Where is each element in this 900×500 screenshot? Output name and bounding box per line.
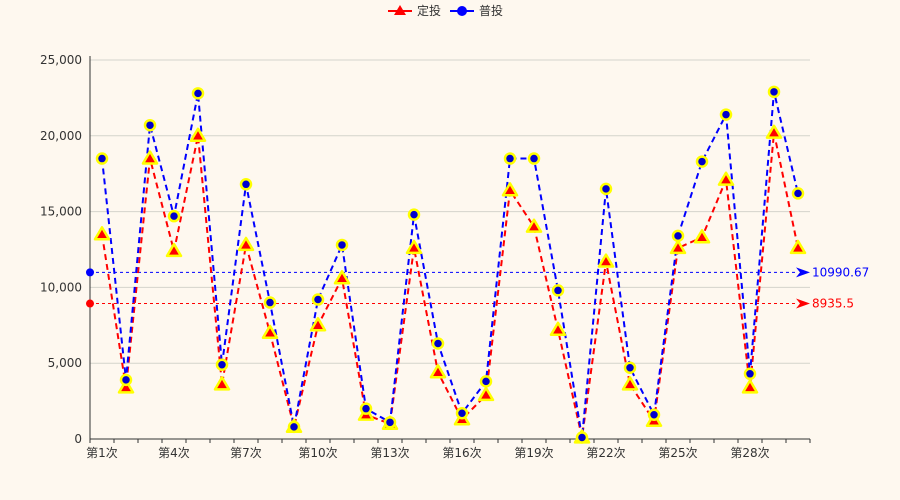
data-point-triangle[interactable] xyxy=(189,127,207,142)
data-point-circle[interactable] xyxy=(575,431,589,444)
data-point-circle[interactable] xyxy=(167,209,181,223)
data-point-circle[interactable] xyxy=(767,85,781,99)
data-point-circle[interactable] xyxy=(407,208,421,221)
data-point-triangle[interactable] xyxy=(333,270,351,285)
data-point-circle[interactable] xyxy=(455,406,469,420)
y-tick-label: 20,000 xyxy=(40,129,82,143)
data-point-triangle[interactable] xyxy=(237,236,255,252)
data-point-circle[interactable] xyxy=(719,108,733,121)
legend: 定投 普投 xyxy=(388,3,503,18)
data-point-circle[interactable] xyxy=(479,375,493,388)
x-tick-label: 第10次 xyxy=(298,446,337,460)
average-lines: 8935.5 10990.67 xyxy=(86,265,869,311)
data-point-circle[interactable] xyxy=(287,420,301,434)
legend-item[interactable]: 定投 xyxy=(388,3,441,18)
chart-container: 定投 普投 0 5,000 10,000 15,000 20,000 25,000 第1次 第4… xyxy=(0,0,900,500)
data-point-circle[interactable] xyxy=(527,152,541,165)
data-point-circle[interactable] xyxy=(503,152,517,165)
legend-marker-circle xyxy=(457,6,467,16)
line-chart: 定投 普投 0 5,000 10,000 15,000 20,000 25,000 第1次 第4… xyxy=(40,3,869,460)
legend-item[interactable]: 普投 xyxy=(450,3,503,18)
y-tick-label: 0 xyxy=(74,432,82,446)
average-line-arrow xyxy=(796,267,810,278)
average-line-arrow xyxy=(796,298,810,309)
data-point-triangle[interactable] xyxy=(789,239,807,255)
data-point-triangle[interactable] xyxy=(525,218,543,233)
data-point-triangle[interactable] xyxy=(165,242,183,258)
data-point-triangle[interactable] xyxy=(477,386,495,402)
data-point-circle[interactable] xyxy=(143,118,157,132)
data-point-circle[interactable] xyxy=(431,337,445,350)
x-tick-label: 第1次 xyxy=(86,446,118,460)
data-point-circle[interactable] xyxy=(623,361,637,374)
data-point-triangle[interactable] xyxy=(213,376,231,391)
y-tick-label: 15,000 xyxy=(40,205,82,219)
legend-label: 定投 xyxy=(417,3,441,18)
x-tick-label: 第16次 xyxy=(442,446,481,460)
x-tick-label: 第7次 xyxy=(230,446,262,460)
data-point-circle[interactable] xyxy=(599,182,613,196)
data-point-triangle[interactable] xyxy=(501,182,519,197)
data-point-circle[interactable] xyxy=(119,373,133,387)
average-line-label: 8935.5 xyxy=(812,297,854,311)
y-tick-label: 5,000 xyxy=(48,356,82,370)
data-point-triangle[interactable] xyxy=(429,364,447,379)
data-point-triangle[interactable] xyxy=(141,150,159,165)
data-point-triangle[interactable] xyxy=(309,317,327,332)
y-tick-label: 10,000 xyxy=(40,280,82,294)
data-point-circle[interactable] xyxy=(671,229,685,243)
data-point-triangle[interactable] xyxy=(405,239,423,255)
series-layer xyxy=(93,85,807,444)
legend-label: 普投 xyxy=(479,3,503,18)
data-point-circle[interactable] xyxy=(335,238,349,252)
x-tick-label: 第22次 xyxy=(586,446,625,460)
series-line xyxy=(101,91,799,438)
y-tick-label: 25,000 xyxy=(40,53,82,67)
data-point-circle[interactable] xyxy=(95,152,109,165)
data-point-triangle[interactable] xyxy=(669,239,687,255)
data-point-circle[interactable] xyxy=(383,416,397,429)
data-point-triangle[interactable] xyxy=(741,379,759,394)
data-point-circle[interactable] xyxy=(191,87,205,100)
axes: 0 5,000 10,000 15,000 20,000 25,000 第1次 第4次 第7次 第… xyxy=(40,53,811,460)
x-tick-label: 第19次 xyxy=(514,446,553,460)
data-point-circle[interactable] xyxy=(359,402,373,415)
data-point-triangle[interactable] xyxy=(93,226,111,241)
data-point-triangle[interactable] xyxy=(597,253,615,268)
x-tick-label: 第13次 xyxy=(370,446,409,460)
average-line-label: 10990.67 xyxy=(812,265,869,279)
x-tick-label: 第25次 xyxy=(658,446,697,460)
data-point-circle[interactable] xyxy=(791,187,805,200)
data-point-triangle[interactable] xyxy=(261,324,279,340)
x-tick-label: 第4次 xyxy=(158,446,190,460)
data-point-circle[interactable] xyxy=(215,358,229,371)
data-point-circle[interactable] xyxy=(695,155,709,168)
data-point-triangle[interactable] xyxy=(693,229,711,244)
data-point-circle[interactable] xyxy=(239,178,253,191)
gridlines xyxy=(90,59,810,364)
data-point-circle[interactable] xyxy=(647,408,661,421)
data-point-circle[interactable] xyxy=(263,296,277,309)
data-point-circle[interactable] xyxy=(743,367,757,381)
x-tick-label: 第28次 xyxy=(730,446,769,460)
data-point-triangle[interactable] xyxy=(765,124,783,139)
data-point-circle[interactable] xyxy=(311,293,325,306)
data-point-circle[interactable] xyxy=(551,284,565,297)
data-point-triangle[interactable] xyxy=(621,376,639,391)
